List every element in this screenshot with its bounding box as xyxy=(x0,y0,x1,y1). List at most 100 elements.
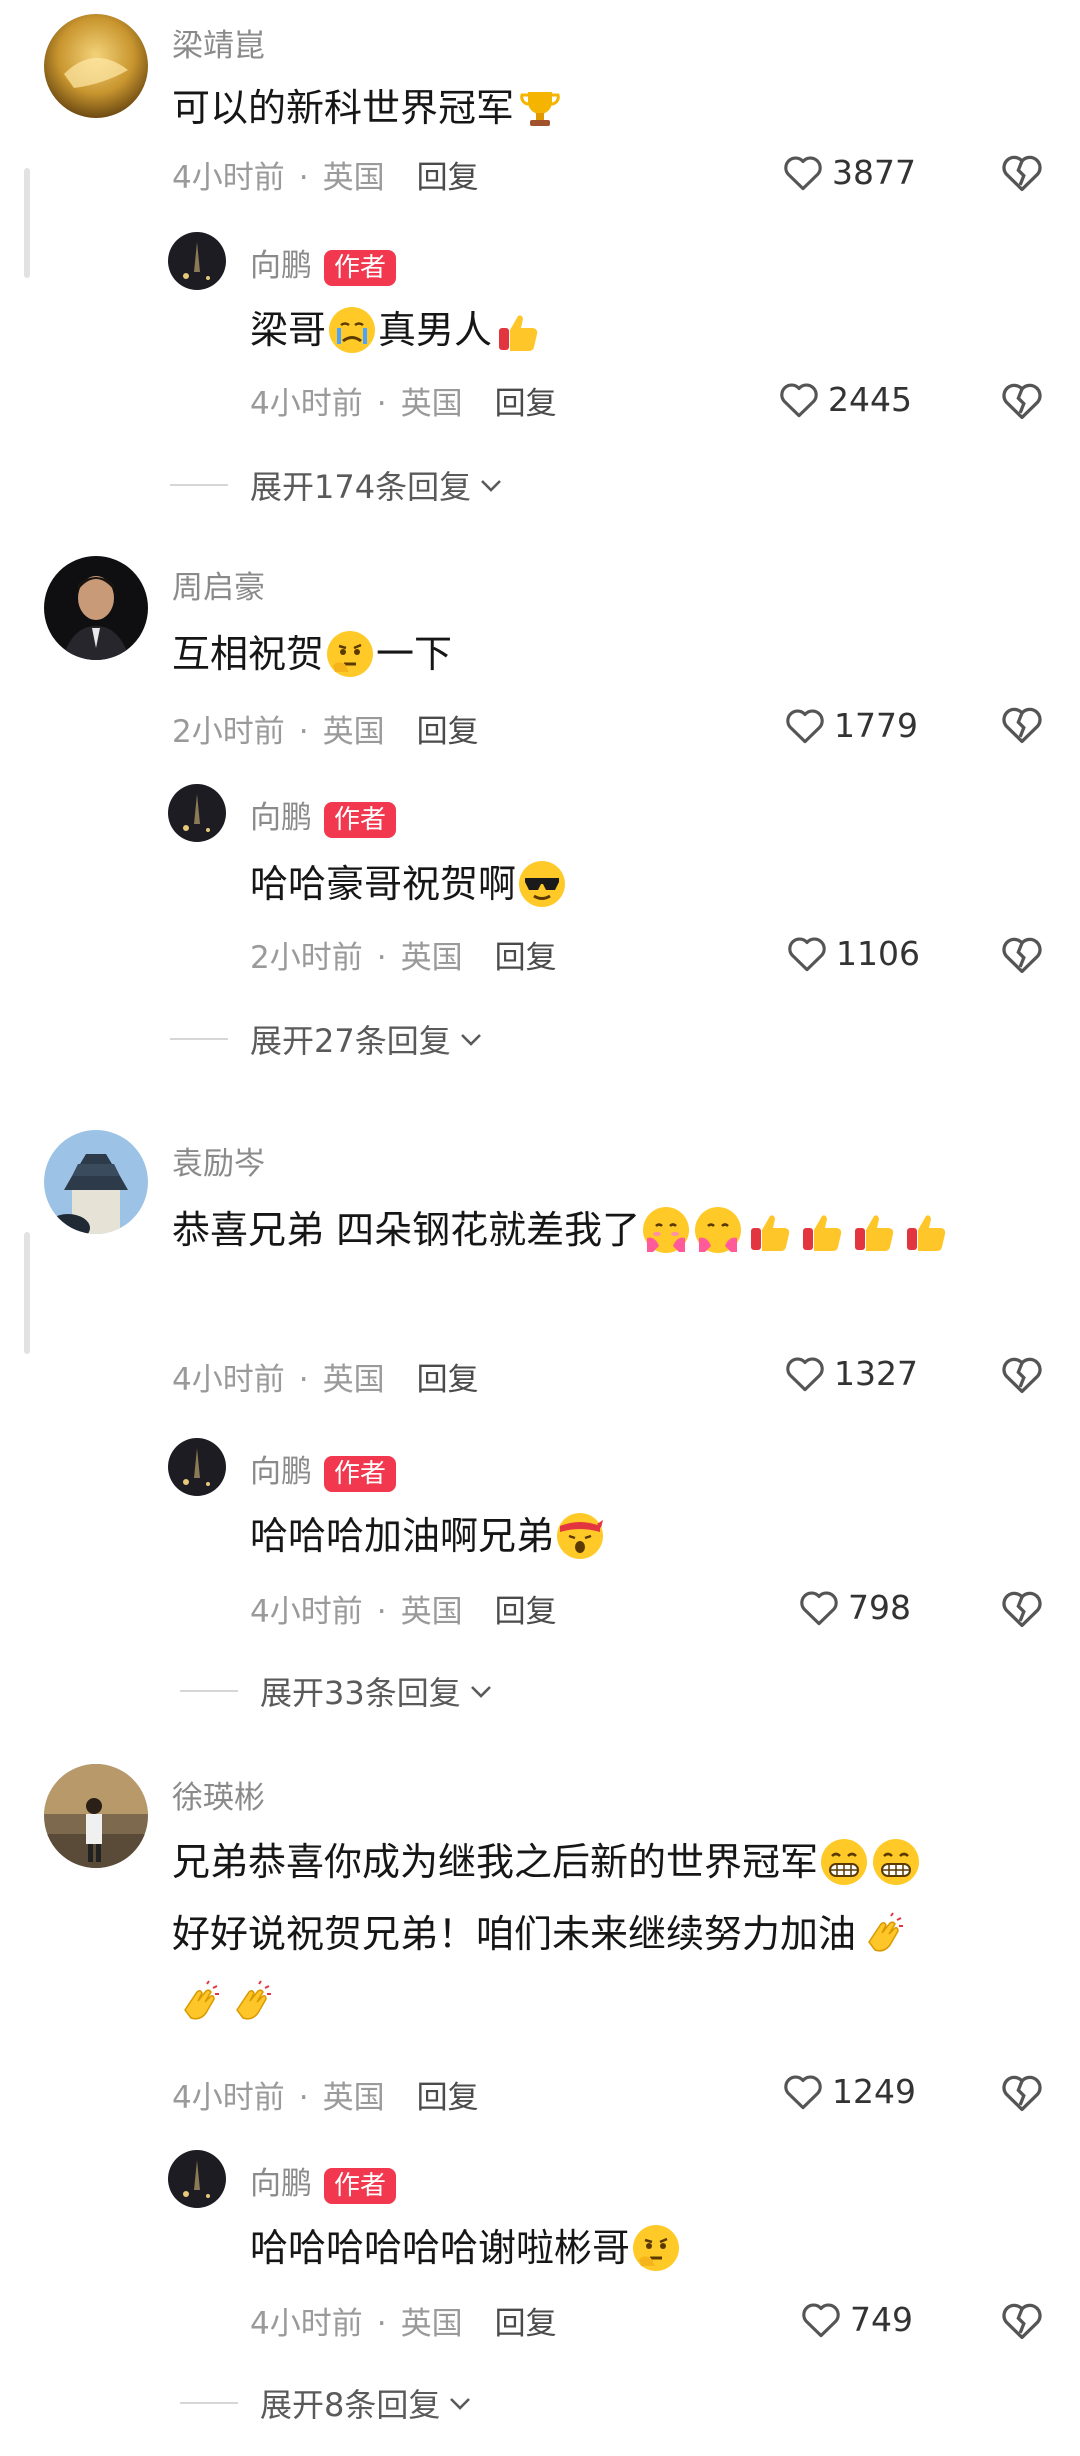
heart-icon xyxy=(784,2075,822,2110)
like-count: 749 xyxy=(850,2299,913,2339)
author-username[interactable]: 向鹏 作者 xyxy=(250,240,397,286)
like-button[interactable]: 1779 xyxy=(784,702,918,748)
comment-username[interactable]: 徐瑛彬 xyxy=(172,1772,265,1817)
sunglasses-emoji xyxy=(519,860,566,907)
chevron-down-icon xyxy=(481,480,502,492)
comment-emoji-line xyxy=(172,1968,276,2036)
avatar[interactable] xyxy=(44,556,148,660)
like-button[interactable]: 798 xyxy=(798,1584,911,1630)
author-avatar[interactable] xyxy=(168,232,226,290)
author-badge: 作者 xyxy=(324,249,397,286)
broken-heart-icon[interactable] xyxy=(1000,702,1044,746)
clap-emoji xyxy=(227,1979,273,2025)
comment-text: 兄弟恭喜你成为继我之后新的世界冠军 xyxy=(172,1828,922,1896)
reply-meta: 2小时前 · 英国 回复 xyxy=(250,940,557,976)
reply-button[interactable]: 回复 xyxy=(417,714,479,750)
comment-text: 可以的新科世界冠军 xyxy=(172,74,566,142)
avatar[interactable] xyxy=(44,14,148,118)
like-count: 3877 xyxy=(832,152,916,192)
avatar[interactable] xyxy=(44,1764,148,1868)
comment-location: 英国 xyxy=(322,160,385,196)
chevron-down-icon xyxy=(470,1686,491,1698)
expand-replies-button[interactable]: 展开33条回复 xyxy=(180,1668,495,1714)
reply-text: 哈哈豪哥祝贺啊 xyxy=(250,850,568,918)
reply-button[interactable]: 回复 xyxy=(495,2306,557,2342)
reply-text: 哈哈哈哈哈哈谢啦彬哥 xyxy=(250,2214,682,2282)
like-button[interactable]: 1327 xyxy=(784,1350,918,1396)
broken-heart-icon[interactable] xyxy=(1000,932,1044,976)
author-username[interactable]: 向鹏 作者 xyxy=(250,1446,397,1492)
avatar[interactable] xyxy=(44,1130,148,1234)
comment-meta: 2小时前 · 英国 回复 xyxy=(172,714,479,750)
thumbs-up-emoji xyxy=(747,1207,793,1253)
broken-heart-icon[interactable] xyxy=(1000,1586,1044,1630)
thumbs-up-emoji xyxy=(851,1207,897,1253)
reply-button[interactable]: 回复 xyxy=(495,1594,557,1630)
heart-icon xyxy=(780,383,818,418)
reply-meta: 4小时前 · 英国 回复 xyxy=(250,386,557,422)
hug-emoji xyxy=(695,1206,742,1253)
author-avatar[interactable] xyxy=(168,784,226,842)
comment-text: 互相祝贺 一下 xyxy=(172,630,453,677)
author-avatar[interactable] xyxy=(168,1438,226,1496)
like-button[interactable]: 3877 xyxy=(782,149,916,195)
reply-button[interactable]: 回复 xyxy=(495,386,557,422)
chevron-down-icon xyxy=(460,1034,481,1046)
author-username[interactable]: 向鹏 作者 xyxy=(250,2158,397,2204)
like-button[interactable]: 749 xyxy=(800,2296,913,2342)
thinking-emoji xyxy=(327,630,374,677)
like-button[interactable]: 2445 xyxy=(778,376,912,422)
thumbs-up-emoji xyxy=(495,307,541,353)
expand-replies-button[interactable]: 展开27条回复 xyxy=(170,1016,485,1062)
author-username[interactable]: 向鹏 作者 xyxy=(250,792,397,838)
heart-icon xyxy=(786,709,824,744)
reply-meta: 4小时前 · 英国 回复 xyxy=(250,1594,557,1630)
reply-meta: 4小时前 · 英国 回复 xyxy=(250,2306,557,2342)
comment-meta: 4小时前 · 英国 回复 xyxy=(172,160,479,196)
heart-icon xyxy=(800,1591,838,1626)
thread-indicator xyxy=(24,1232,30,1354)
reply-text: 梁哥 真男人 xyxy=(250,296,544,364)
comment-text: 恭喜兄弟 四朵钢花就差我了 xyxy=(172,1196,1032,1264)
hug-emoji xyxy=(643,1206,690,1253)
grin-emoji xyxy=(873,1838,920,1885)
comment-meta: 4小时前 · 英国 回复 xyxy=(172,1362,479,1398)
heart-icon xyxy=(802,2303,840,2338)
like-button[interactable]: 1106 xyxy=(786,930,920,976)
reply-button[interactable]: 回复 xyxy=(495,940,557,976)
grin-emoji xyxy=(821,1838,868,1885)
reply-text: 哈哈哈加油啊兄弟 xyxy=(250,1502,606,1570)
reply-button[interactable]: 回复 xyxy=(417,1362,479,1398)
like-count: 798 xyxy=(848,1587,911,1627)
comment-meta: 4小时前 · 英国 回复 xyxy=(172,2080,479,2116)
broken-heart-icon[interactable] xyxy=(1000,1352,1044,1396)
heart-icon xyxy=(784,156,822,191)
broken-heart-icon[interactable] xyxy=(1000,2298,1044,2342)
clap-emoji xyxy=(859,1911,905,1957)
trophy-emoji xyxy=(517,85,563,131)
comment-username[interactable]: 袁励岑 xyxy=(172,1138,265,1183)
comment-username[interactable]: 梁靖崑 xyxy=(172,20,265,65)
thread-indicator xyxy=(24,168,30,278)
crying-emoji xyxy=(329,306,376,353)
like-button[interactable]: 1249 xyxy=(782,2068,916,2114)
author-avatar[interactable] xyxy=(168,2150,226,2208)
like-count: 1779 xyxy=(834,705,918,745)
expand-replies-button[interactable]: 展开8条回复 xyxy=(180,2380,474,2426)
author-badge: 作者 xyxy=(324,801,397,838)
broken-heart-icon[interactable] xyxy=(1000,150,1044,194)
broken-heart-icon[interactable] xyxy=(1000,378,1044,422)
like-count: 1327 xyxy=(834,1353,918,1393)
comment-username[interactable]: 周启豪 xyxy=(172,562,265,607)
reply-button[interactable]: 回复 xyxy=(417,160,479,196)
comment-time: 4小时前 xyxy=(172,160,285,196)
expand-replies-button[interactable]: 展开174条回复 xyxy=(170,462,505,508)
heart-icon xyxy=(786,1357,824,1392)
headband-emoji xyxy=(557,1512,604,1559)
author-badge: 作者 xyxy=(324,2167,397,2204)
reply-button[interactable]: 回复 xyxy=(417,2080,479,2116)
broken-heart-icon[interactable] xyxy=(1000,2070,1044,2114)
like-count: 1106 xyxy=(836,933,920,973)
like-count: 1249 xyxy=(832,2071,916,2111)
like-count: 2445 xyxy=(828,379,912,419)
